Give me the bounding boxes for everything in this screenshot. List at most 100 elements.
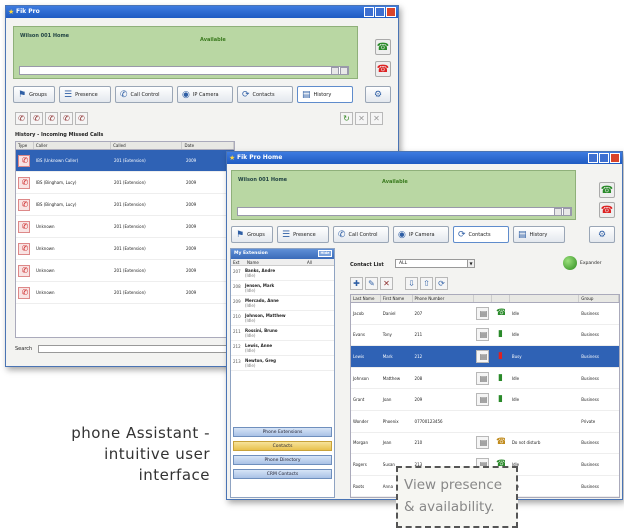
answer-call-button[interactable]: ☎	[375, 39, 391, 55]
refresh-icon[interactable]: ↻	[340, 112, 353, 125]
list-item[interactable]: 209 Mercado, Anne (Idle)	[231, 296, 334, 311]
list-item[interactable]: 212 Lewis, Anne (Idle)	[231, 341, 334, 356]
column-header[interactable]: First Name	[381, 295, 413, 302]
call-button-icon[interactable]: ▤	[476, 328, 490, 342]
settings-icon: ⚙	[597, 229, 607, 240]
settings-menu-button[interactable]: ⚙	[589, 226, 615, 243]
table-row[interactable]: Evans Tony 211 ▤ ▮ Idle Business	[351, 325, 619, 347]
list-item[interactable]: 207 Banks, Andre (Idle)	[231, 266, 334, 281]
import-icon[interactable]: ⇩	[405, 277, 418, 290]
column-header[interactable]: Type	[16, 142, 34, 149]
phone-extensions-button[interactable]: Phone Extensions	[233, 427, 332, 437]
received-calls-icon[interactable]: ✆	[45, 112, 58, 125]
table-row[interactable]: ✆ Unknown 201 (Extension) 2009	[16, 238, 234, 260]
maximize-button[interactable]	[599, 153, 609, 163]
table-row[interactable]: ✆ Unknown 201 (Extension) 2009	[16, 282, 234, 304]
contacts-window-titlebar[interactable]: ★ Fik Pro Home	[227, 152, 622, 164]
column-header[interactable]	[510, 295, 580, 302]
column-header[interactable]: Last Name	[351, 295, 381, 302]
ext-column-header[interactable]: Ext	[231, 259, 247, 265]
add-contact-icon[interactable]: ✚	[350, 277, 363, 290]
phone-directory-button[interactable]: Phone Directory	[233, 455, 332, 465]
sync-icon[interactable]: ⟳	[435, 277, 448, 290]
tab-contacts[interactable]: ⟳ Contacts	[237, 86, 293, 103]
tab-contacts[interactable]: ⟳ Contacts	[453, 226, 509, 243]
extensions-header: Ext Name All	[231, 259, 334, 266]
dial-back-button[interactable]	[331, 67, 339, 75]
list-item[interactable]: 213 Newton, Greg (Idle)	[231, 356, 334, 371]
maximize-button[interactable]	[375, 7, 385, 17]
tab-groups[interactable]: ⚑ Groups	[231, 226, 273, 243]
answer-call-button[interactable]: ☎	[599, 182, 615, 198]
tab-presence[interactable]: ☰ Presence	[277, 226, 329, 243]
tab-call-control[interactable]: ✆ Call Control	[333, 226, 389, 243]
all-calls-icon[interactable]: ✆	[75, 112, 88, 125]
list-item[interactable]: 211 Rossini, Bruno (Idle)	[231, 326, 334, 341]
column-header[interactable]: Caller	[34, 142, 112, 149]
column-header[interactable]	[492, 295, 510, 302]
dialed-calls-icon[interactable]: ✆	[60, 112, 73, 125]
column-header[interactable]: Date	[182, 142, 234, 149]
contact-list-label: Contact List	[350, 262, 384, 268]
expander-button[interactable]: Expander	[563, 256, 601, 270]
settings-menu-button[interactable]: ⚙	[365, 86, 391, 103]
table-row[interactable]: ✆ IBS (Unknown Caller) 201 (Extension) 2…	[16, 150, 234, 172]
call-button-icon[interactable]: ▤	[476, 349, 490, 363]
tab-ip-camera[interactable]: ◉ IP Camera	[177, 86, 233, 103]
name-column-header[interactable]: Name	[247, 259, 307, 265]
list-item[interactable]: 208 Jensen, Mark (Idle)	[231, 281, 334, 296]
close-button[interactable]	[610, 153, 620, 163]
dial-input[interactable]	[237, 207, 572, 216]
table-row[interactable]: ✆ Unknown 201 (Extension) 2009	[16, 216, 234, 238]
availability-status[interactable]: Available	[200, 37, 226, 43]
minimize-button[interactable]	[364, 7, 374, 17]
dial-clear-button[interactable]	[340, 67, 348, 75]
tab-call-control[interactable]: ✆ Call Control	[115, 86, 173, 103]
table-row[interactable]: Jacob Daniel 207 ▤ ☎ Idle Business	[351, 303, 619, 325]
list-item[interactable]: 210 Johnson, Matthew (Idle)	[231, 311, 334, 326]
column-header[interactable]: Phone Number	[413, 295, 475, 302]
missed-calls-icon[interactable]: ✆	[30, 112, 43, 125]
clear-icon[interactable]: ✕	[370, 112, 383, 125]
filter-all-dropdown[interactable]: All	[307, 259, 327, 265]
call-back-icon[interactable]: ✆	[15, 112, 28, 125]
availability-status[interactable]: Available	[382, 179, 408, 185]
crm-contacts-button[interactable]: CRM Contacts	[233, 469, 332, 479]
tab-history[interactable]: ▤ History	[513, 226, 565, 243]
contacts-button[interactable]: Contacts	[233, 441, 332, 451]
tab-history[interactable]: ▤ History	[297, 86, 353, 103]
table-row[interactable]: ✆ Unknown 201 (Extension) 2009	[16, 260, 234, 282]
column-header[interactable]: Group	[579, 295, 619, 302]
delete-icon[interactable]: ✕	[355, 112, 368, 125]
table-row[interactable]: ✆ IBS (Bingham, Lucy) 201 (Extension) 20…	[16, 194, 234, 216]
table-row[interactable]: Lewis Mark 212 ▤ ▮ Busy Business	[351, 346, 619, 368]
table-row[interactable]: Johnson Matthew 208 ▤ ▮ Idle Business	[351, 368, 619, 390]
call-button-icon[interactable]: ▤	[476, 393, 490, 407]
hide-panel-button[interactable]: Hide	[318, 250, 332, 257]
hangup-call-button[interactable]: ☎	[375, 61, 391, 77]
dial-back-button[interactable]	[554, 208, 562, 216]
call-button-icon[interactable]: ▤	[476, 371, 490, 385]
table-row[interactable]: ✆ IBS (Bingham, Lucy) 201 (Extension) 20…	[16, 172, 234, 194]
table-row[interactable]: Morgan Jean 210 ▤ ☎ Do not disturb Busin…	[351, 433, 619, 455]
tab-ip-camera[interactable]: ◉ IP Camera	[393, 226, 449, 243]
tab-presence[interactable]: ☰ Presence	[59, 86, 111, 103]
history-window-titlebar[interactable]: ★ Fik Pro	[6, 6, 398, 18]
column-header[interactable]: Called	[111, 142, 183, 149]
dial-input[interactable]	[19, 66, 349, 75]
delete-contact-icon[interactable]: ✕	[380, 277, 393, 290]
call-button-icon[interactable]: ▤	[476, 306, 490, 320]
export-icon[interactable]: ⇧	[420, 277, 433, 290]
table-row[interactable]: Wonder Phoenix 07700123456 Private	[351, 411, 619, 433]
table-row[interactable]: Grant Joan 209 ▤ ▮ Idle Business	[351, 389, 619, 411]
call-button-icon[interactable]: ▤	[476, 436, 490, 450]
close-button[interactable]	[386, 7, 396, 17]
dial-clear-button[interactable]	[563, 208, 571, 216]
hangup-call-button[interactable]: ☎	[599, 202, 615, 218]
search-input[interactable]	[38, 345, 234, 353]
contact-filter-select[interactable]: ALL ▼	[395, 259, 475, 268]
tab-groups[interactable]: ⚑ Groups	[13, 86, 55, 103]
edit-contact-icon[interactable]: ✎	[365, 277, 378, 290]
column-header[interactable]	[474, 295, 492, 302]
minimize-button[interactable]	[588, 153, 598, 163]
